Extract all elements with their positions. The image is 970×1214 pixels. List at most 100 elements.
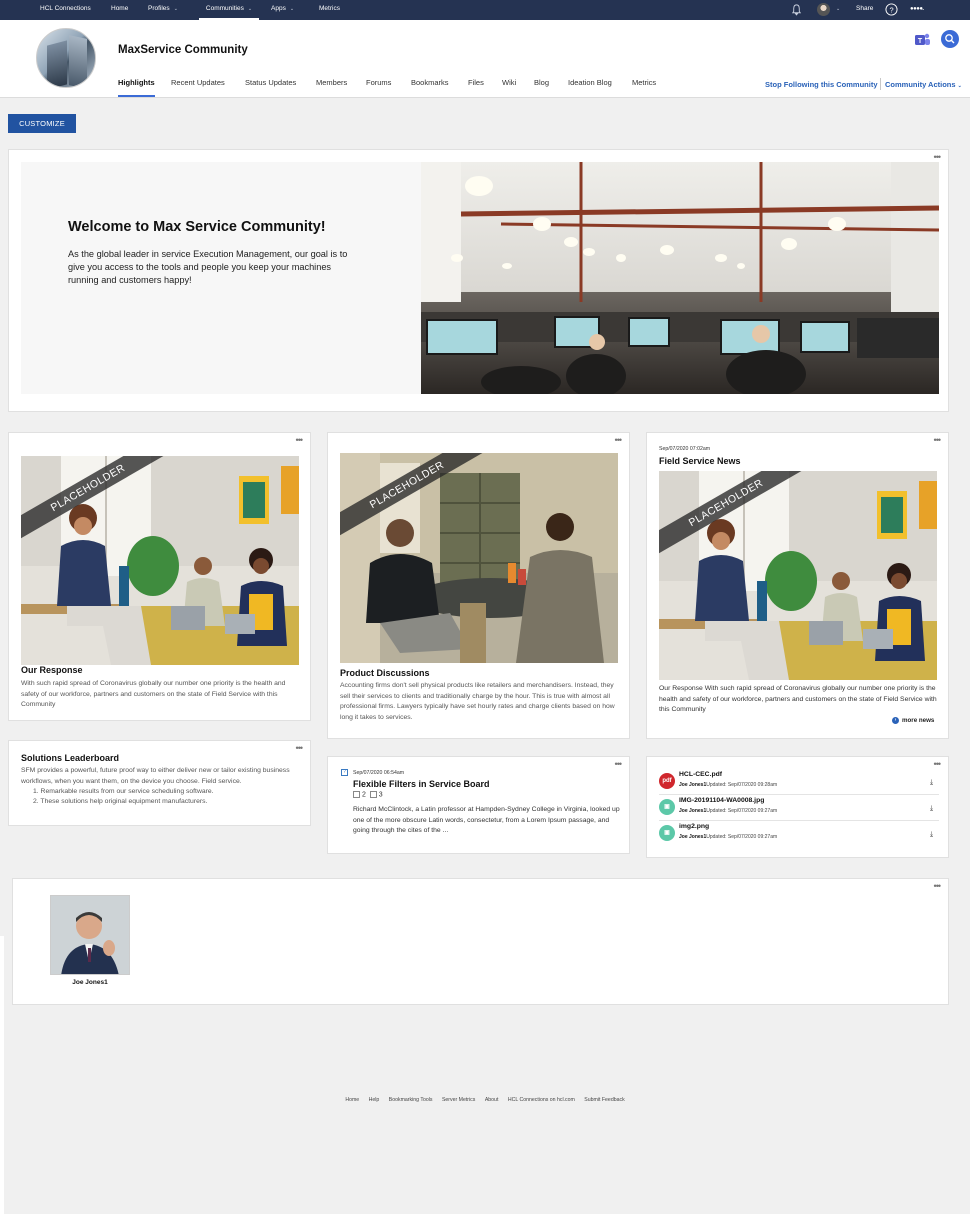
tab-bookmarks[interactable]: Bookmarks: [411, 78, 449, 97]
tab-members[interactable]: Members: [316, 78, 347, 97]
community-actions-label: Community Actions: [885, 80, 956, 89]
community-logo: [36, 28, 96, 88]
news-title[interactable]: Field Service News: [659, 456, 741, 466]
file-row[interactable]: pdf HCL-CEC.pdf Joe Jones1Updated: Sep/0…: [659, 771, 939, 795]
file-updated: Updated: Sep/07/2020 09:27am: [706, 808, 778, 814]
file-owner: Joe Jones1: [679, 782, 707, 788]
leaderboard-title: Solutions Leaderboard: [21, 753, 120, 763]
nav-profiles[interactable]: Profiles ⌄: [148, 0, 178, 20]
nav-communities[interactable]: Communities ⌄: [199, 0, 259, 20]
footer-link-home[interactable]: Home: [345, 1097, 359, 1103]
file-name[interactable]: HCL-CEC.pdf: [679, 771, 722, 778]
views-count: 3: [378, 791, 383, 799]
image-file-icon: ▣: [659, 799, 675, 815]
stop-following-link[interactable]: Stop Following this Community: [765, 80, 878, 89]
download-icon[interactable]: ⤓: [930, 779, 933, 787]
community-header: MaxService Community Highlights Recent U…: [0, 20, 970, 98]
forum-text: Richard McClintock, a Latin professor at…: [353, 806, 620, 834]
widget-menu-icon[interactable]: •••: [296, 436, 304, 445]
tab-blog[interactable]: Blog: [534, 78, 549, 97]
footer-link-feedback[interactable]: Submit Feedback: [584, 1097, 624, 1103]
file-meta: Joe Jones1Updated: Sep/07/2020 09:27am: [679, 808, 777, 814]
header-divider: [880, 78, 881, 90]
tab-wiki[interactable]: Wiki: [502, 78, 516, 97]
our-response-image: PLACEHOLDER: [21, 456, 299, 665]
product-discussions-text: Accounting firms don't sell physical pro…: [340, 682, 615, 721]
tab-status-updates[interactable]: Status Updates: [245, 78, 296, 97]
tab-recent-updates[interactable]: Recent Updates: [171, 78, 225, 97]
brand-link[interactable]: HCL Connections: [40, 0, 91, 20]
product-discussions-title[interactable]: Product Discussions: [340, 668, 430, 678]
welcome-title: Welcome to Max Service Community!: [68, 219, 326, 235]
avatar[interactable]: [817, 3, 830, 16]
logo-icon: ●●●●.: [910, 6, 924, 12]
file-name[interactable]: img2.png: [679, 823, 709, 830]
widget-menu-icon[interactable]: •••: [934, 760, 942, 769]
leaderboard-list: 1. Remarkable results from our service s…: [33, 787, 214, 807]
tab-forums[interactable]: Forums: [366, 78, 391, 97]
image-file-icon: ▣: [659, 825, 675, 841]
divider: [659, 820, 939, 821]
widget-menu-icon[interactable]: •••: [615, 760, 623, 769]
footer-link-hcl[interactable]: HCL Connections on hcl.com: [508, 1097, 575, 1103]
download-icon[interactable]: ⤓: [930, 831, 933, 839]
file-row[interactable]: ▣ img2.png Joe Jones1Updated: Sep/07/202…: [659, 823, 939, 847]
pdf-file-icon: pdf: [659, 773, 675, 789]
tab-highlights[interactable]: Highlights: [118, 78, 155, 97]
search-icon: [945, 34, 955, 44]
svg-text:T: T: [918, 38, 923, 45]
tab-metrics[interactable]: Metrics: [632, 78, 656, 97]
chevron-down-icon: ⌄: [173, 6, 178, 12]
file-row[interactable]: ▣ IMG-20191104-WA0008.jpg Joe Jones1Upda…: [659, 797, 939, 821]
nav-apps-label: Apps: [271, 5, 286, 12]
forum-date: Sep/07/2020 06:54am: [353, 770, 405, 776]
widget-menu-icon[interactable]: •••: [934, 436, 942, 445]
footer-link-bookmarking-tools[interactable]: Bookmarking Tools: [389, 1097, 433, 1103]
chevron-right-icon: ›: [892, 717, 899, 724]
members-widget: •••: [12, 878, 949, 1005]
file-meta: Joe Jones1Updated: Sep/07/2020 09:28am: [679, 782, 777, 788]
our-response-title[interactable]: Our Response: [21, 665, 83, 675]
search-button[interactable]: [941, 30, 959, 48]
widget-menu-icon[interactable]: •••: [934, 882, 942, 891]
chevron-down-icon: ⌄: [957, 83, 962, 89]
footer-link-server-metrics[interactable]: Server Metrics: [442, 1097, 475, 1103]
tab-files[interactable]: Files: [468, 78, 484, 97]
member-name[interactable]: Joe Jones1: [50, 979, 130, 986]
community-actions-menu[interactable]: Community Actions ⌄: [885, 80, 962, 89]
footer-link-help[interactable]: Help: [369, 1097, 380, 1103]
forum-counts: 2 3: [353, 791, 383, 798]
file-meta: Joe Jones1Updated: Sep/07/2020 09:27am: [679, 834, 777, 840]
replies-count: 2: [362, 791, 366, 799]
customize-button[interactable]: CUSTOMIZE: [8, 114, 76, 133]
divider: [659, 794, 939, 795]
welcome-text: As the global leader in service Executio…: [68, 249, 348, 285]
chevron-down-icon[interactable]: ⌄: [836, 0, 840, 20]
views-icon: [369, 791, 377, 798]
nav-metrics[interactable]: Metrics: [319, 0, 340, 20]
file-name[interactable]: IMG-20191104-WA0008.jpg: [679, 797, 764, 804]
nav-communities-label: Communities: [205, 5, 244, 12]
our-response-text: With such rapid spread of Coronavirus gl…: [21, 680, 286, 708]
widget-menu-icon[interactable]: •••: [934, 153, 942, 162]
bell-icon[interactable]: [790, 3, 803, 16]
widget-menu-icon[interactable]: •••: [615, 436, 623, 445]
nav-home[interactable]: Home: [111, 0, 128, 20]
share-link[interactable]: Share: [856, 0, 873, 20]
forum-topic-icon: ?: [341, 769, 348, 776]
chevron-down-icon: ⌄: [289, 6, 295, 12]
nav-apps[interactable]: Apps ⌄: [271, 0, 294, 20]
tab-ideation-blog[interactable]: Ideation Blog: [568, 78, 612, 97]
help-icon[interactable]: ?: [885, 3, 898, 16]
more-news-link[interactable]: › more news: [892, 717, 934, 724]
nav-profiles-label: Profiles: [148, 5, 170, 12]
news-date: Sep/07/2020 07:02am: [659, 446, 711, 452]
teams-icon[interactable]: T: [913, 31, 931, 49]
news-text: Our Response With such rapid spread of C…: [659, 685, 937, 713]
forum-title[interactable]: Flexible Filters in Service Board: [353, 779, 490, 789]
footer-link-about[interactable]: About: [485, 1097, 499, 1103]
member-photo[interactable]: [50, 895, 130, 975]
widget-menu-icon[interactable]: •••: [296, 744, 304, 753]
top-navigation-bar: HCL Connections Home Profiles ⌄ Communiti…: [0, 0, 970, 20]
download-icon[interactable]: ⤓: [930, 805, 933, 813]
